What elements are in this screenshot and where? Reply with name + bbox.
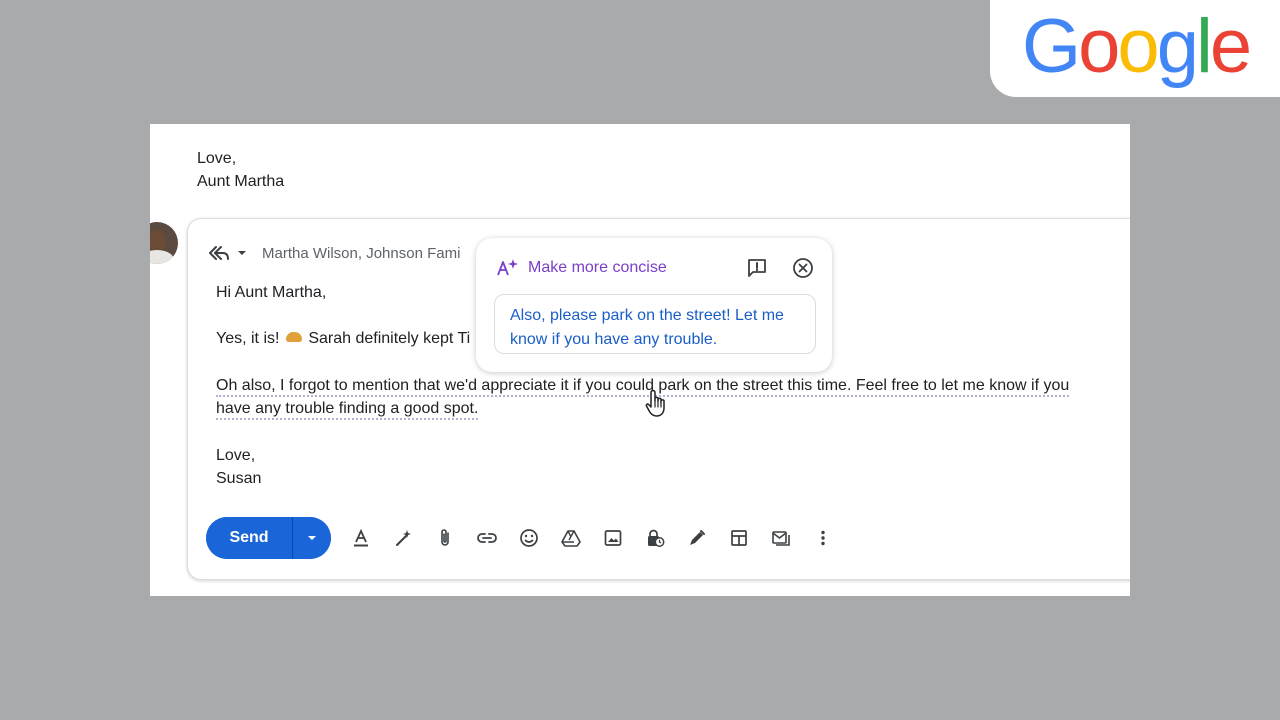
selected-paragraph-line-1[interactable]: Oh also, I forgot to mention that we'd a… (216, 374, 1070, 397)
signature-line: Susan (216, 470, 262, 487)
confidential-mode-icon[interactable] (640, 523, 670, 553)
template-icon[interactable] (766, 523, 796, 553)
logo-letter: g (1156, 4, 1199, 89)
caret-down-icon (308, 536, 316, 540)
selected-text-line-2: have any trouble finding a good spot. (216, 400, 479, 420)
sparkle-text-icon (497, 259, 518, 276)
send-button-group: Send (206, 517, 331, 559)
logo-letter: l (1195, 4, 1213, 89)
popup-title: Make more concise (528, 259, 667, 276)
hand-cursor-icon (645, 389, 665, 417)
avatar-shirt (150, 250, 174, 264)
previous-message-closing: Love, (197, 150, 237, 167)
emoji-icon[interactable] (514, 523, 544, 553)
help-me-write-icon[interactable] (388, 523, 418, 553)
previous-message-signature: Aunt Martha (197, 173, 285, 190)
google-logo: Google (1022, 4, 1252, 89)
body-line-1-end: Sarah definitely kept Ti (308, 330, 471, 347)
logo-letter: G (1022, 4, 1081, 89)
body-line-1: Yes, it is! Sarah definitely kept Ti (216, 327, 470, 350)
pie-emoji-icon (285, 332, 302, 343)
closing-line: Love, (216, 447, 256, 464)
body-line-1-start: Yes, it is! (216, 330, 280, 347)
send-options-button[interactable] (293, 517, 331, 559)
suggestion-text: Also, please park on the street! Let me … (510, 307, 784, 348)
feedback-icon[interactable] (746, 257, 768, 279)
drive-icon[interactable] (556, 523, 586, 553)
link-icon[interactable] (472, 523, 502, 553)
send-button[interactable]: Send (206, 517, 292, 559)
selected-text-line-1: Oh also, I forgot to mention that we'd a… (216, 377, 1070, 397)
close-icon[interactable] (792, 257, 814, 279)
suggestion-box[interactable]: Also, please park on the street! Let me … (494, 294, 816, 354)
more-options-icon[interactable] (808, 523, 838, 553)
greeting-line: Hi Aunt Martha, (216, 284, 327, 301)
logo-letter: o (1078, 4, 1120, 89)
avatar-face (150, 230, 166, 252)
layouts-icon[interactable] (724, 523, 754, 553)
image-icon[interactable] (598, 523, 628, 553)
reply-all-icon[interactable] (208, 244, 230, 262)
attach-icon[interactable] (430, 523, 460, 553)
selected-paragraph-line-2[interactable]: have any trouble finding a good spot. (216, 397, 479, 420)
avatar[interactable] (150, 222, 178, 264)
ai-refine-popup: Make more concise Also, please park on t… (476, 238, 832, 372)
logo-letter: e (1209, 4, 1252, 89)
compose-toolbar (346, 523, 850, 553)
chevron-down-icon[interactable] (236, 247, 248, 259)
signature-icon[interactable] (682, 523, 712, 553)
format-text-icon[interactable] (346, 523, 376, 553)
logo-letter: o (1117, 4, 1159, 89)
google-logo-card: Google (990, 0, 1280, 97)
compose-header: Martha Wilson, Johnson Fami (208, 241, 460, 265)
recipients-field[interactable]: Martha Wilson, Johnson Fami (262, 245, 460, 262)
